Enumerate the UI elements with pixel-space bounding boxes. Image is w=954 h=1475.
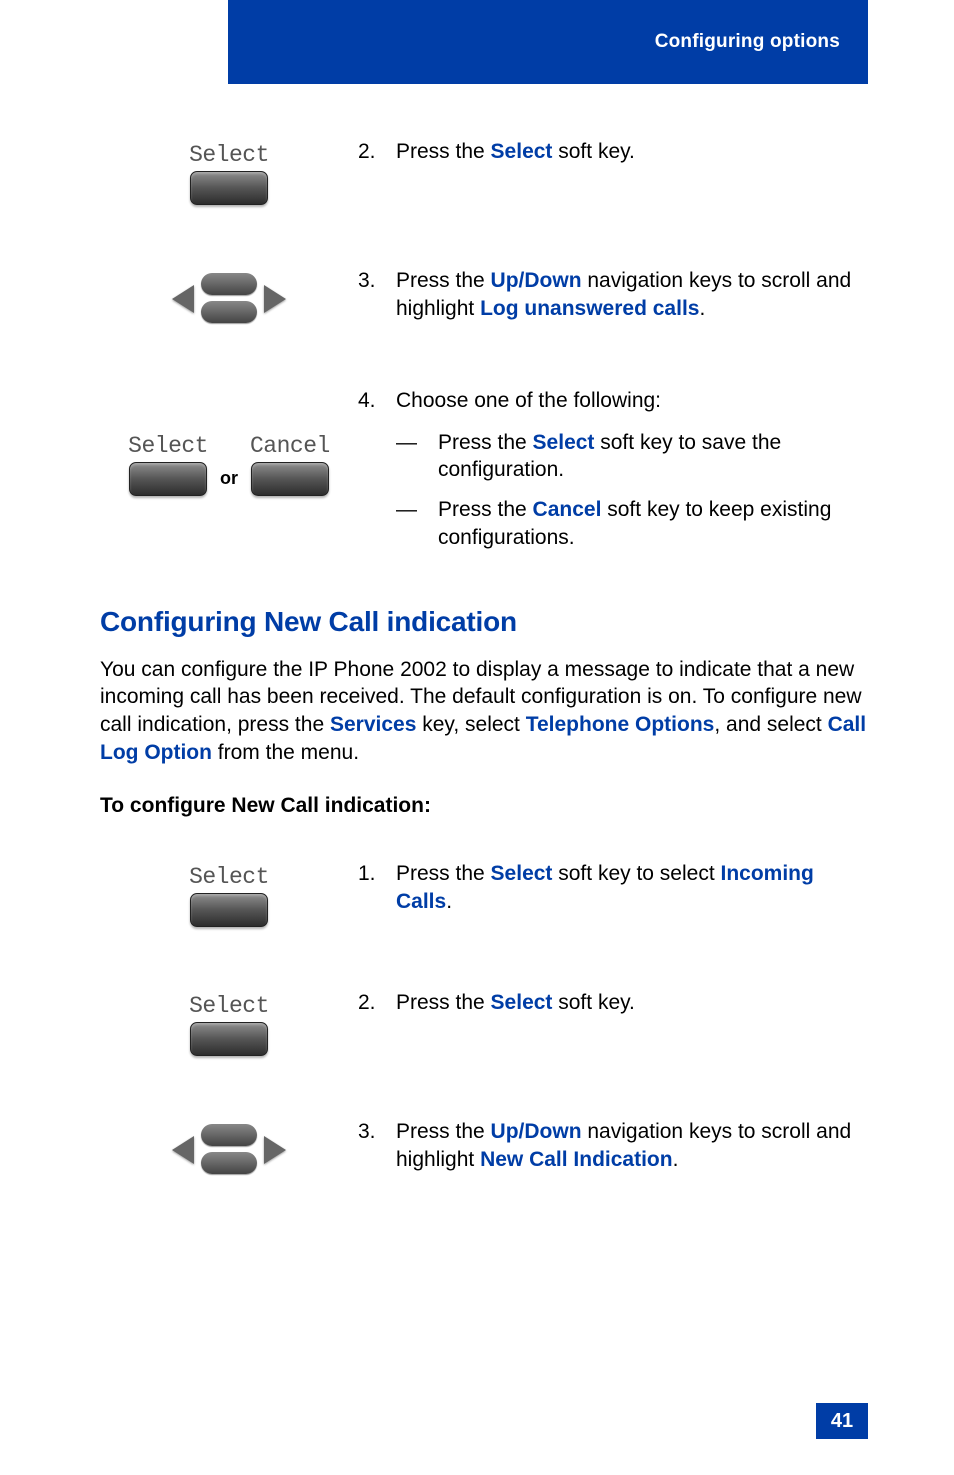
softkey-button-icon (190, 171, 268, 205)
or-label: or (220, 468, 238, 489)
icon-col (100, 267, 358, 325)
text: Press the (438, 431, 533, 454)
text: soft key. (552, 140, 634, 163)
text: key, select (416, 713, 525, 736)
softkey-button-icon (251, 462, 329, 496)
down-pill-icon (201, 1152, 257, 1174)
step-number: 3. (358, 1118, 396, 1173)
text: . (673, 1148, 679, 1171)
header-title: Configuring options (655, 31, 840, 53)
section-title: Configuring New Call indication (100, 606, 870, 638)
text: . (699, 297, 705, 320)
page-number: 41 (816, 1403, 868, 1439)
step-number: 4. (358, 387, 396, 564)
softkey-label: Select (189, 993, 269, 1019)
key-term: Services (330, 713, 416, 736)
left-arrow-icon (172, 285, 194, 313)
key-term: Cancel (533, 498, 602, 521)
text: Press the (396, 1120, 491, 1143)
select-softkey-icon: Select (189, 993, 269, 1056)
softkey-button-icon (190, 893, 268, 927)
down-pill-icon (201, 301, 257, 323)
select-softkey-icon: Select (189, 142, 269, 205)
step-row-2: Select 2. Press the Select soft key. (100, 138, 870, 205)
step-number: 2. (358, 989, 396, 1017)
text: Press the (396, 269, 491, 292)
softkey-label: Select (128, 433, 208, 459)
softkey-label: Cancel (250, 433, 330, 459)
key-term: New Call Indication (480, 1148, 673, 1171)
key-term: Telephone Options (526, 713, 715, 736)
right-arrow-icon (264, 1136, 286, 1164)
softkey-button-icon (190, 1022, 268, 1056)
icon-col: Select (100, 989, 358, 1056)
text: Press the (396, 862, 491, 885)
step-text: 2. Press the Select soft key. (358, 138, 870, 166)
nav-cluster-icon (172, 271, 286, 325)
softkey-label: Select (189, 864, 269, 890)
text: Press the (438, 498, 533, 521)
page-content: Select 2. Press the Select soft key. (100, 138, 870, 1176)
cancel-softkey-icon: Cancel (250, 433, 330, 496)
step-row-4: Select or Cancel 4. Choose one of the fo… (100, 387, 870, 564)
text: Press the (396, 991, 491, 1014)
step-row-b2: Select 2. Press the Select soft key. (100, 989, 870, 1056)
key-term: Log unanswered calls (480, 297, 699, 320)
left-arrow-icon (172, 1136, 194, 1164)
header-bar: Configuring options (228, 0, 868, 84)
step-number: 2. (358, 138, 396, 166)
softkey-pair-icon: Select or Cancel (128, 433, 330, 496)
text: Press the (396, 140, 491, 163)
up-pill-icon (201, 1124, 257, 1146)
up-pill-icon (201, 273, 257, 295)
step-row-b3: 3. Press the Up/Down navigation keys to … (100, 1118, 870, 1176)
key-term: Up/Down (491, 1120, 582, 1143)
text: . (446, 890, 452, 913)
step-text: 4. Choose one of the following: — Press … (358, 387, 870, 564)
icon-col: Select (100, 860, 358, 927)
select-softkey-icon: Select (189, 864, 269, 927)
text: Choose one of the following: (396, 389, 661, 412)
right-arrow-icon (264, 285, 286, 313)
softkey-button-icon (129, 462, 207, 496)
step-row-3: 3. Press the Up/Down navigation keys to … (100, 267, 870, 325)
icon-col: Select or Cancel (100, 387, 358, 496)
step-text: 3. Press the Up/Down navigation keys to … (358, 1118, 870, 1173)
text: , and select (714, 713, 827, 736)
step-text: 3. Press the Up/Down navigation keys to … (358, 267, 870, 322)
key-term: Select (491, 140, 553, 163)
key-term: Select (533, 431, 595, 454)
icon-col (100, 1118, 358, 1176)
step-row-b1: Select 1. Press the Select soft key to s… (100, 860, 870, 927)
softkey-label: Select (189, 142, 269, 168)
step-number: 3. (358, 267, 396, 322)
icon-col: Select (100, 138, 358, 205)
sub-heading: To configure New Call indication: (100, 794, 870, 818)
select-softkey-icon: Select (128, 433, 208, 496)
text: soft key. (552, 991, 634, 1014)
step-text: 2. Press the Select soft key. (358, 989, 870, 1017)
text: from the menu. (212, 741, 359, 764)
step-number: 1. (358, 860, 396, 915)
dash: — (396, 496, 438, 551)
text: soft key to select (552, 862, 720, 885)
dash: — (396, 429, 438, 484)
step-text: 1. Press the Select soft key to select I… (358, 860, 870, 915)
key-term: Select (491, 991, 553, 1014)
key-term: Up/Down (491, 269, 582, 292)
section-paragraph: You can configure the IP Phone 2002 to d… (100, 656, 870, 767)
nav-cluster-icon (172, 1122, 286, 1176)
key-term: Select (491, 862, 553, 885)
